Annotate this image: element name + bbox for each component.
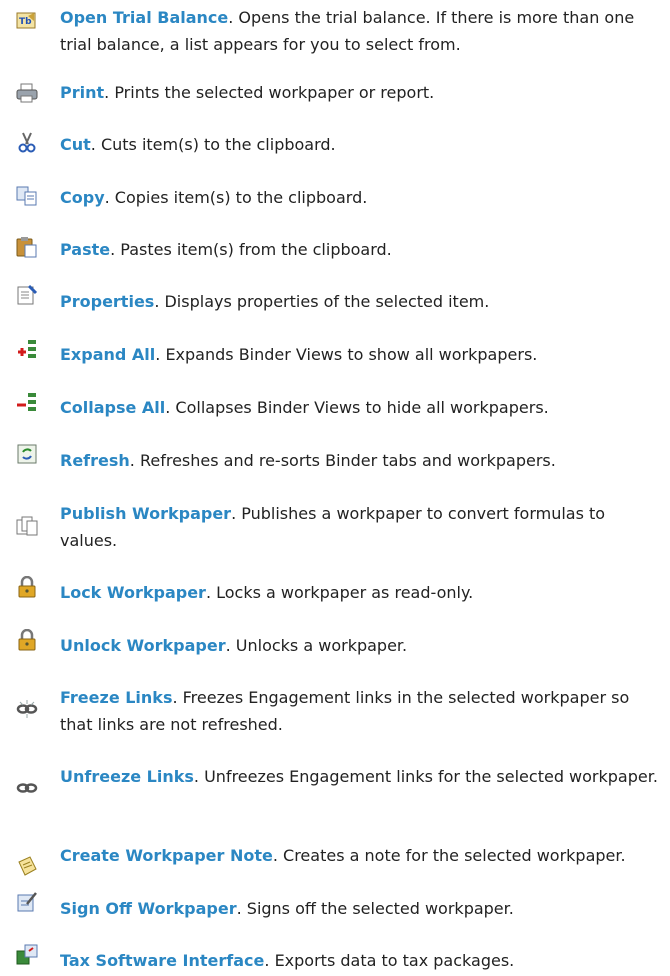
item-description: . Copies item(s) to the clipboard. xyxy=(104,188,368,207)
item-description: . Collapses Binder Views to hide all wor… xyxy=(165,398,549,417)
item-description: . Unfreezes Engagement links for the sel… xyxy=(193,767,658,786)
paste-icon xyxy=(16,236,38,258)
publish-icon xyxy=(16,515,38,537)
tax-interface-icon xyxy=(16,943,38,965)
item-description: . Expands Binder Views to show all workp… xyxy=(155,345,538,364)
printer-icon xyxy=(16,82,38,104)
item-term[interactable]: Freeze Links xyxy=(60,688,172,707)
item-term[interactable]: Sign Off Workpaper xyxy=(60,899,237,918)
item-term[interactable]: Create Workpaper Note xyxy=(60,846,273,865)
sign-off-icon xyxy=(16,891,38,913)
item-description: . Unlocks a workpaper. xyxy=(225,636,408,655)
item-term[interactable]: Cut xyxy=(60,135,91,154)
item-term[interactable]: Unfreeze Links xyxy=(60,767,194,786)
item-description: . Pastes item(s) from the clipboard. xyxy=(110,240,392,259)
item-term[interactable]: Paste xyxy=(60,240,110,259)
item-term[interactable]: Open Trial Balance xyxy=(60,8,228,27)
expand-all-icon xyxy=(16,338,38,360)
collapse-all-icon xyxy=(16,391,38,413)
item-term[interactable]: Print xyxy=(60,83,104,102)
item-term[interactable]: Refresh xyxy=(60,451,130,470)
note-icon xyxy=(16,856,38,878)
item-description: . Refreshes and re-sorts Binder tabs and… xyxy=(129,451,556,470)
item-term[interactable]: Properties xyxy=(60,292,154,311)
item-term[interactable]: Publish Workpaper xyxy=(60,504,231,523)
item-description: . Signs off the selected workpaper. xyxy=(236,899,514,918)
item-description: . Displays properties of the selected it… xyxy=(154,292,490,311)
item-description: . Locks a workpaper as read-only. xyxy=(205,583,474,602)
item-description: . Prints the selected workpaper or repor… xyxy=(104,83,435,102)
item-term[interactable]: Copy xyxy=(60,188,105,207)
refresh-icon xyxy=(16,443,38,465)
item-description: . Cuts item(s) to the clipboard. xyxy=(90,135,336,154)
lock-icon xyxy=(16,576,38,598)
item-description: . Creates a note for the selected workpa… xyxy=(272,846,626,865)
scissors-icon xyxy=(16,132,38,154)
copy-icon xyxy=(16,185,38,207)
item-description: . Exports data to tax packages. xyxy=(264,951,515,970)
item-term[interactable]: Collapse All xyxy=(60,398,165,417)
properties-icon xyxy=(16,284,38,306)
unlock-icon xyxy=(16,629,38,651)
freeze-links-icon xyxy=(16,698,38,720)
svg-text:Tb: Tb xyxy=(19,17,32,27)
unfreeze-links-icon xyxy=(16,777,38,799)
item-term[interactable]: Expand All xyxy=(60,345,155,364)
item-term[interactable]: Tax Software Interface xyxy=(60,951,264,970)
item-term[interactable]: Lock Workpaper xyxy=(60,583,206,602)
trial-balance-icon: Tb xyxy=(16,10,38,32)
item-term[interactable]: Unlock Workpaper xyxy=(60,636,226,655)
